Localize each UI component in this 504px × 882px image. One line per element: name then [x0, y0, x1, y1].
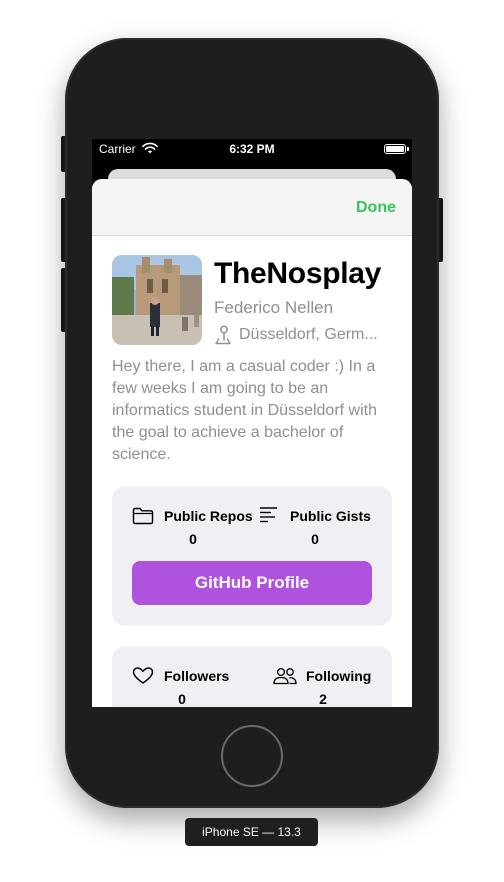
status-bar: Carrier 6:32 PM	[92, 139, 412, 159]
profile-sheet: Done TheNosplay Federico Nellen Düsseldo…	[92, 179, 412, 707]
public-gists-label: Public Gists	[290, 508, 371, 524]
people-icon	[273, 667, 297, 685]
avatar	[112, 255, 202, 345]
heart-icon	[132, 667, 154, 684]
bio-text: Hey there, I am a casual coder :) In a f…	[112, 358, 377, 463]
device-screen: Carrier 6:32 PM Done TheNosplay Federico…	[92, 139, 412, 707]
map-pin-icon	[215, 325, 231, 345]
location-label: Düsseldorf, Germ...	[239, 326, 378, 343]
github-profile-button[interactable]: GitHub Profile	[132, 561, 372, 605]
simulator-device-label: iPhone SE — 13.3	[185, 818, 318, 846]
status-time: 6:32 PM	[229, 142, 275, 156]
following-label: Following	[306, 668, 372, 684]
username-title: TheNosplay	[214, 257, 382, 290]
repos-gists-card: Public Repos 0 Public Gists 0 GitHub Pro…	[112, 486, 392, 626]
navigation-bar: Done	[92, 179, 412, 236]
full-name: Federico Nellen	[214, 298, 334, 317]
public-gists-value: 0	[311, 531, 319, 547]
following-value: 2	[319, 691, 327, 707]
public-repos-value: 0	[189, 531, 197, 547]
followers-following-card: Followers 0 Following 2	[112, 646, 392, 707]
battery-icon	[384, 144, 406, 154]
done-button[interactable]: Done	[356, 199, 396, 217]
text-lines-icon	[260, 507, 277, 523]
folder-icon	[132, 507, 154, 525]
followers-label: Followers	[164, 668, 230, 684]
avatar-photo	[112, 255, 202, 345]
battery-tip	[407, 147, 409, 151]
public-repos-label: Public Repos	[164, 508, 253, 524]
followers-value: 0	[178, 691, 186, 707]
home-button[interactable]	[221, 725, 283, 787]
location-row: Düsseldorf, Germ...	[214, 324, 394, 346]
